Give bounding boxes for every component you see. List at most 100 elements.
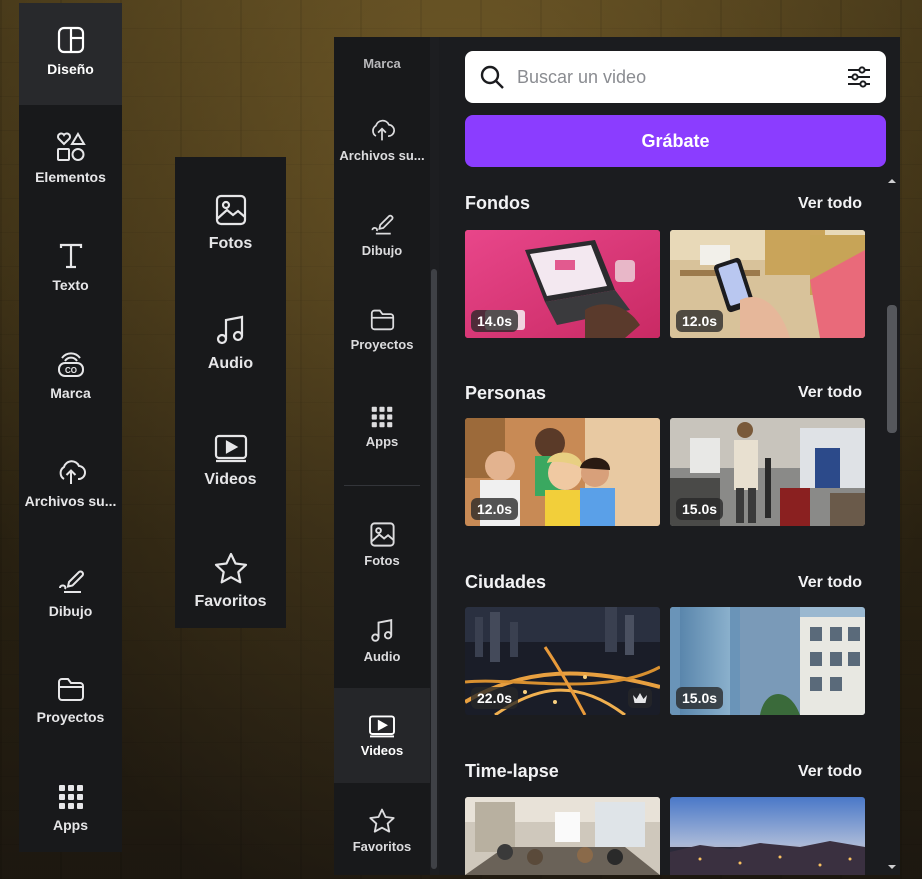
rail-item-label: Fotos: [364, 553, 400, 568]
section-title: Personas: [465, 383, 547, 403]
image-icon: [215, 194, 246, 226]
panel-rail: Marca Archivos su... Dibujo Proyectos Ap…: [334, 37, 430, 875]
sidebar-item-marca[interactable]: CO Marca: [19, 349, 122, 401]
rail-item-label: Proyectos: [350, 337, 414, 352]
rail-item-fotos[interactable]: Fotos: [334, 521, 430, 568]
sidebar-item-label: Favoritos: [194, 593, 267, 610]
draw-icon: [58, 570, 84, 593]
video-thumbnail[interactable]: [670, 797, 865, 875]
sidebar-item-label: Videos: [204, 471, 257, 488]
rail-item-label: Archivos su...: [339, 148, 425, 163]
brand-icon: CO: [57, 352, 84, 377]
sidebar-item-label: Elementos: [35, 169, 106, 185]
video-thumbnail[interactable]: 15.0s: [670, 418, 865, 526]
sidebar-item-apps[interactable]: Apps: [19, 783, 122, 833]
image-icon: [369, 522, 395, 547]
draw-icon: [371, 214, 394, 235]
sidebar-item-favoritos[interactable]: Favoritos: [175, 551, 286, 611]
search-icon: [480, 65, 504, 89]
rail-divider: [344, 485, 420, 486]
see-all-link[interactable]: Ver todo: [798, 195, 862, 213]
rail-item-label: Favoritos: [352, 839, 412, 854]
music-note-icon: [370, 619, 392, 642]
music-note-icon: [216, 315, 243, 345]
sidebar-item-videos[interactable]: Videos: [175, 433, 286, 489]
content-scrollbar-thumb[interactable]: [887, 305, 897, 433]
duration-badge: 15.0s: [676, 498, 724, 520]
rail-item-label: Marca: [363, 56, 401, 71]
sidebar-item-fotos[interactable]: Fotos: [175, 193, 286, 253]
video-thumbnail[interactable]: 22.0s: [465, 607, 660, 715]
see-all-link[interactable]: Ver todo: [798, 574, 862, 592]
rail-item-videos[interactable]: Videos: [334, 688, 430, 783]
rail-item-label: Videos: [360, 743, 404, 758]
sidebar-item-audio[interactable]: Audio: [175, 313, 286, 373]
svg-text:CO: CO: [65, 366, 77, 375]
rail-item-marca[interactable]: Marca: [334, 37, 430, 77]
record-yourself-button[interactable]: Grábate: [465, 115, 886, 167]
duration-badge: 12.0s: [676, 310, 724, 332]
search-input[interactable]: Buscar un video: [517, 67, 846, 88]
rail-scrollbar-thumb[interactable]: [431, 269, 437, 869]
sidebar-item-label: Fotos: [208, 235, 253, 252]
sidebar-item-label: Diseño: [47, 61, 94, 77]
media-sidebar: Fotos Audio Videos Favoritos: [175, 157, 286, 628]
sidebar-item-proyectos[interactable]: Proyectos: [19, 675, 122, 725]
rail-item-favoritos[interactable]: Favoritos: [334, 807, 430, 854]
videos-content: Buscar un video Grábate Fondos Ver todo …: [439, 37, 900, 875]
video-thumbnail[interactable]: 12.0s: [465, 418, 660, 526]
content-scrollbar[interactable]: [884, 173, 900, 875]
sidebar-item-label: Marca: [50, 385, 91, 401]
layout-icon: [57, 26, 84, 54]
folder-icon: [370, 309, 394, 331]
main-sidebar: Diseño Elementos Texto CO Marca Archivos…: [19, 3, 122, 852]
sidebar-item-diseno[interactable]: Diseño: [19, 3, 122, 105]
apps-grid-icon: [58, 785, 83, 809]
sidebar-item-label: Apps: [53, 817, 88, 833]
scroll-up-icon[interactable]: [884, 175, 900, 187]
section-title: Fondos: [465, 193, 530, 213]
rail-item-apps[interactable]: Apps: [334, 405, 430, 449]
sidebar-item-archivos[interactable]: Archivos su...: [19, 457, 122, 509]
duration-badge: 22.0s: [471, 687, 519, 709]
see-all-link[interactable]: Ver todo: [798, 763, 862, 781]
star-icon: [369, 808, 395, 833]
sidebar-item-texto[interactable]: Texto: [19, 241, 122, 293]
duration-badge: 14.0s: [471, 310, 519, 332]
search-bar[interactable]: Buscar un video: [465, 51, 886, 103]
video-thumbnail[interactable]: [465, 797, 660, 875]
video-thumbnail[interactable]: 12.0s: [670, 230, 865, 338]
scroll-down-icon[interactable]: [884, 861, 900, 873]
folder-icon: [57, 678, 84, 701]
sidebar-item-elementos[interactable]: Elementos: [19, 131, 122, 185]
shapes-icon: [56, 132, 86, 161]
sidebar-item-dibujo[interactable]: Dibujo: [19, 565, 122, 619]
cloud-upload-icon: [372, 119, 395, 141]
see-all-link[interactable]: Ver todo: [798, 384, 862, 402]
video-thumbnail[interactable]: 14.0s: [465, 230, 660, 338]
sidebar-item-label: Texto: [52, 277, 89, 293]
sidebar-item-label: Audio: [207, 355, 254, 372]
sidebar-item-label: Archivos su...: [24, 493, 117, 509]
rail-item-archivos[interactable]: Archivos su...: [334, 117, 430, 163]
video-icon: [369, 715, 395, 738]
rail-item-audio[interactable]: Audio: [334, 617, 430, 664]
rail-item-proyectos[interactable]: Proyectos: [334, 307, 430, 352]
filter-icon[interactable]: [846, 64, 872, 90]
apps-grid-icon: [371, 406, 393, 428]
star-icon: [214, 552, 247, 584]
cloud-upload-icon: [59, 460, 86, 484]
rail-item-label: Audio: [363, 649, 401, 664]
section-title: Ciudades: [465, 572, 547, 592]
duration-badge: 15.0s: [676, 687, 724, 709]
duration-badge: 12.0s: [471, 498, 519, 520]
videos-panel: Marca Archivos su... Dibujo Proyectos Ap…: [334, 37, 900, 875]
premium-crown-icon: [628, 688, 652, 708]
section-title: Time-lapse: [465, 761, 559, 781]
video-icon: [214, 434, 247, 463]
sidebar-item-label: Proyectos: [36, 709, 105, 725]
rail-item-dibujo[interactable]: Dibujo: [334, 210, 430, 258]
rail-item-label: Dibujo: [361, 243, 403, 258]
rail-item-label: Apps: [365, 434, 399, 449]
video-thumbnail[interactable]: 15.0s: [670, 607, 865, 715]
